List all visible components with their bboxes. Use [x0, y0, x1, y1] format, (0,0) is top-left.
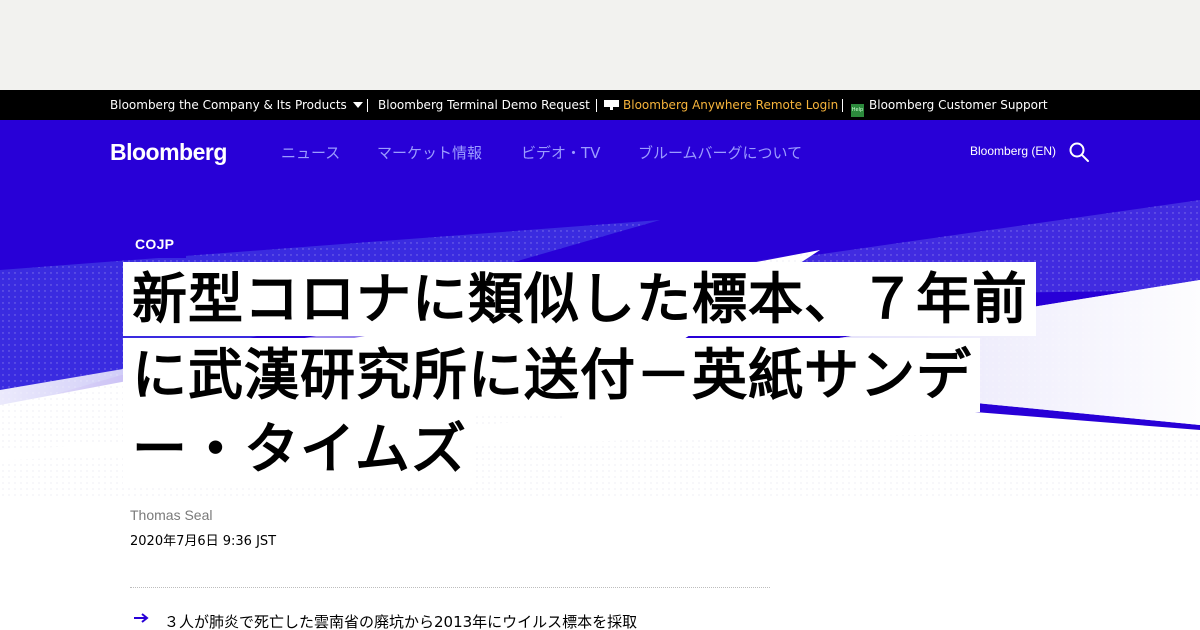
nav-news[interactable]: ニュース — [281, 142, 340, 163]
terminal-demo-link[interactable]: Bloomberg Terminal Demo Request — [378, 90, 590, 120]
company-products-label: Bloomberg the Company & Its Products — [110, 98, 347, 112]
ad-banner-area — [0, 0, 1200, 90]
top-utility-bar: Bloomberg the Company & Its Products Blo… — [0, 90, 1200, 120]
nav-video-tv[interactable]: ビデオ・TV — [521, 142, 600, 163]
headline-line-2: に武漢研究所に送付－英紙サンデ — [123, 338, 981, 412]
help-icon: Help — [851, 104, 864, 117]
customer-support-label: Bloomberg Customer Support — [869, 98, 1048, 112]
bloomberg-logo[interactable]: Bloomberg — [110, 139, 227, 166]
divider — [367, 99, 368, 112]
anywhere-login-label: Bloomberg Anywhere Remote Login — [623, 98, 839, 112]
anywhere-login-link[interactable]: Bloomberg Anywhere Remote Login — [604, 90, 838, 120]
divider — [596, 99, 597, 112]
divider — [130, 587, 770, 588]
customer-support-link[interactable]: Help Bloomberg Customer Support — [851, 90, 1048, 120]
divider — [842, 99, 843, 112]
caret-down-icon — [352, 102, 363, 108]
publish-timestamp: 2020年7月6日 9:36 JST — [130, 534, 277, 549]
monitor-icon — [604, 100, 619, 110]
summary-bullet: ３人が肺炎で死亡した雲南省の廃坑から2013年にウイルス標本を採取 — [164, 613, 638, 630]
help-icon-text: Help — [851, 107, 864, 113]
article-kicker[interactable]: COJP — [123, 229, 187, 258]
terminal-demo-label: Bloomberg Terminal Demo Request — [378, 98, 590, 112]
arrow-right-icon — [134, 613, 149, 623]
edition-switch[interactable]: Bloomberg (EN) — [970, 144, 1056, 158]
search-icon[interactable] — [1068, 141, 1090, 163]
author-byline[interactable]: Thomas Seal — [130, 507, 212, 523]
nav-about[interactable]: ブルームバーグについて — [638, 142, 802, 163]
company-products-menu[interactable]: Bloomberg the Company & Its Products — [110, 90, 363, 120]
nav-markets[interactable]: マーケット情報 — [377, 142, 482, 163]
headline-line-1: 新型コロナに類似した標本、７年前 — [123, 262, 1037, 336]
headline-line-3: ー・タイムズ — [123, 412, 475, 486]
